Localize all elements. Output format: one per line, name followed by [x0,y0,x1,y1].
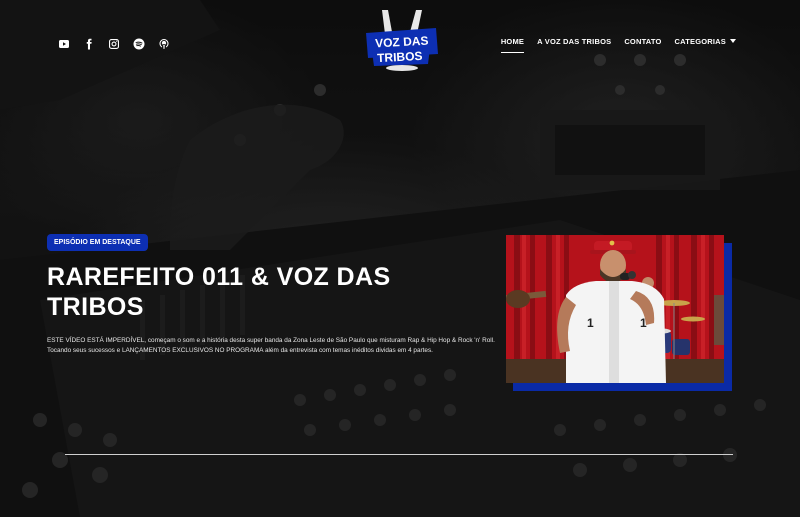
episode-description: ESTE VÍDEO ESTÁ IMPERDÍVEL, começam o so… [47,337,495,354]
podcast-icon[interactable] [157,37,170,50]
nav-home[interactable]: HOME [500,37,525,53]
featured-badge: EPISÓDIO EM DESTAQUE [47,234,148,251]
social-links [57,37,170,50]
thumbnail-image: 1 1 [506,235,724,383]
nav-categorias[interactable]: CATEGORIAS [675,37,736,50]
logo-text-top: VOZ DAS [375,34,429,51]
youtube-icon[interactable] [57,37,70,50]
spotify-icon[interactable] [132,37,145,50]
main-nav: HOME A VOZ DAS TRIBOS CONTATO CATEGORIAS [500,37,736,53]
episode-title[interactable]: RAREFEITO 011 & VOZ DAS TRIBOS [47,262,447,322]
nav-categorias-label: CATEGORIAS [674,37,726,46]
episode-video-thumbnail[interactable]: 1 1 [506,235,732,391]
section-divider [65,454,733,455]
nav-contato[interactable]: CONTATO [624,37,661,50]
instagram-icon[interactable] [107,37,120,50]
logo-text-bottom: TRIBOS [377,49,423,65]
voz-das-tribos-logo[interactable]: VOZ DAS TRIBOS [362,8,440,74]
nav-a-voz-das-tribos[interactable]: A VOZ DAS TRIBOS [537,37,611,50]
facebook-icon[interactable] [82,37,95,50]
chevron-down-icon [730,39,736,44]
svg-text:1: 1 [587,316,594,330]
